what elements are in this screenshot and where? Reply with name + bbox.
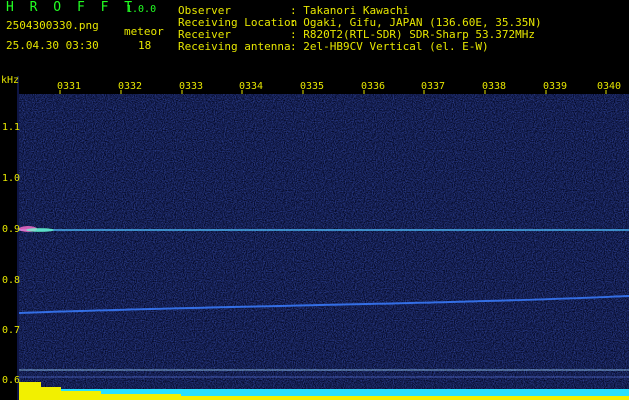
y-axis-unit: kHz	[1, 75, 20, 86]
noise-sparkles	[19, 94, 629, 400]
x-tick-label: 0332	[118, 81, 143, 92]
y-tick-label: 0.9	[2, 224, 21, 235]
meteor-echo-glow	[26, 228, 54, 232]
file-name: 2504300330.png	[6, 19, 99, 32]
spectrogram	[0, 76, 629, 400]
y-tick-label: 0.7	[2, 325, 21, 336]
x-tick-label: 0340	[597, 81, 622, 92]
header-panel: H R O F F T 1.0.0 2504300330.png meteor …	[0, 0, 629, 76]
y-tick-label: 0.8	[2, 275, 21, 286]
station-info: Observer : Takanori Kawachi Receiving Lo…	[178, 5, 542, 53]
x-tick-label: 0336	[361, 81, 386, 92]
x-tick-label: 0331	[57, 81, 82, 92]
x-tick-label: 0338	[482, 81, 507, 92]
meteor-label: meteor	[124, 25, 164, 38]
info-row-antenna: Receiving antenna : 2el-HB9CV Vertical (…	[178, 41, 542, 53]
y-tick-label: 1.0	[2, 173, 21, 184]
x-tick-label: 0333	[179, 81, 204, 92]
datetime: 25.04.30 03:30	[6, 39, 99, 52]
x-tick-label: 0339	[543, 81, 568, 92]
app-version: 1.0.0	[126, 4, 157, 15]
y-tick-label: 1.1	[2, 122, 21, 133]
x-tick-label: 0335	[300, 81, 325, 92]
x-tick-label: 0337	[421, 81, 446, 92]
x-tick-label: 0334	[239, 81, 264, 92]
info-key: Receiving antenna	[178, 40, 291, 53]
meteor-count: 18	[138, 39, 152, 52]
info-value: : 2el-HB9CV Vertical (el. E-W)	[290, 40, 489, 53]
app-name: H R O F F T	[6, 0, 137, 15]
y-tick-label: 0.6	[2, 375, 21, 386]
